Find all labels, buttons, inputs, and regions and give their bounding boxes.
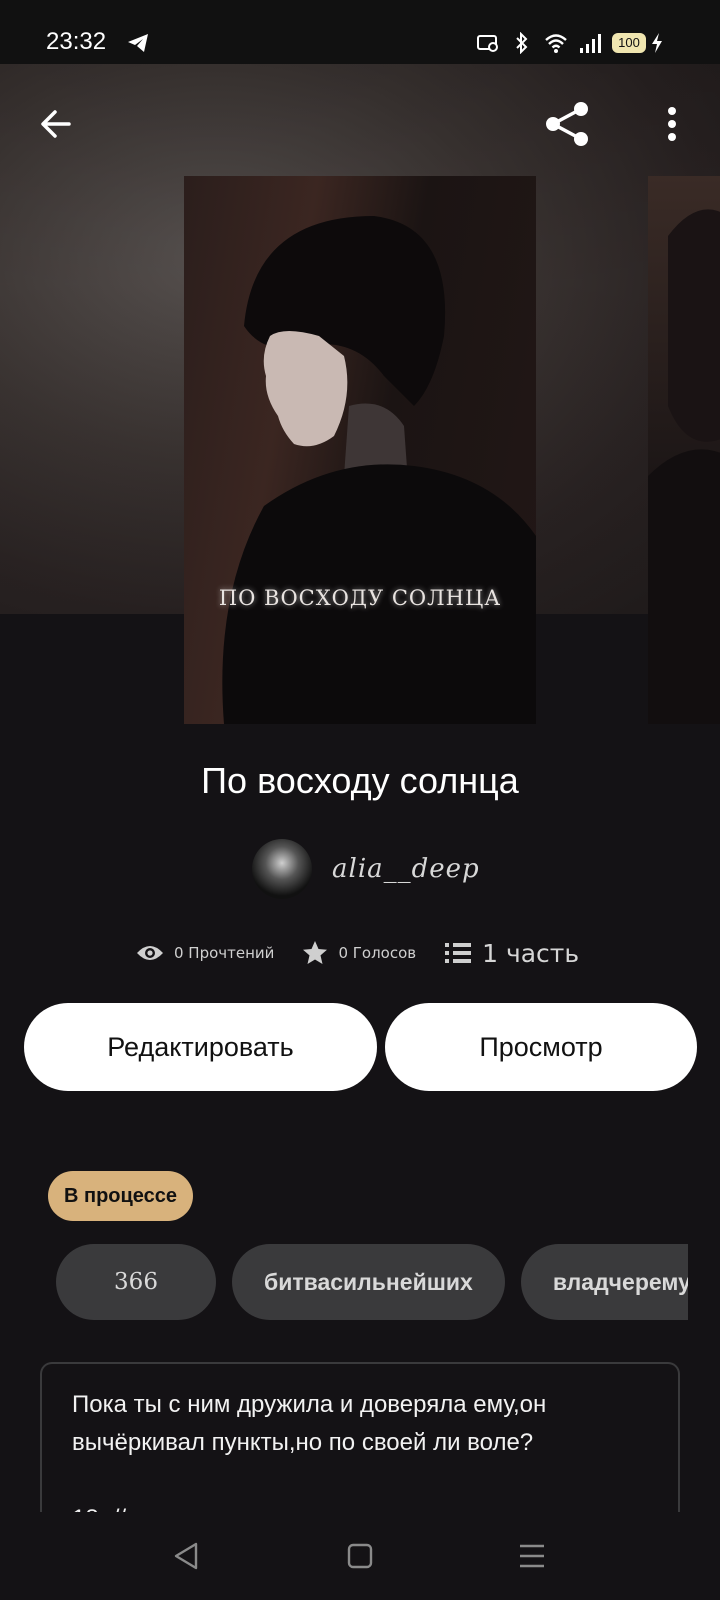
status-time: 23:32 xyxy=(46,28,107,55)
charging-icon xyxy=(652,33,662,53)
status-bar: 23:32 100 xyxy=(0,0,720,64)
author-avatar[interactable] xyxy=(252,839,312,899)
tags-carousel[interactable]: 366 битвасильнейших владчеремушкин xyxy=(56,1244,688,1320)
nav-menu-icon xyxy=(520,1544,544,1568)
more-options-button[interactable] xyxy=(642,94,702,154)
description-box: Пока ты с ним дружила и доверяла ему,он … xyxy=(40,1362,680,1512)
next-cover-illustration xyxy=(648,209,720,724)
battery-indicator: 100 xyxy=(612,32,664,54)
preview-button[interactable]: Просмотр xyxy=(385,1003,697,1091)
status-icons: 100 xyxy=(476,30,664,56)
nav-back-button[interactable] xyxy=(162,1534,210,1578)
reads-stat: 0 Прочтений xyxy=(136,943,274,963)
nav-home-icon xyxy=(347,1543,373,1569)
tag-chip[interactable]: 366 xyxy=(56,1244,216,1320)
back-button[interactable] xyxy=(26,94,86,154)
next-book-cover[interactable] xyxy=(648,176,720,724)
battery-icon: 100 xyxy=(612,33,646,53)
eye-icon xyxy=(137,946,163,960)
author-row[interactable]: alia__deep xyxy=(252,838,480,900)
tag-chip[interactable]: владчеремушкин xyxy=(520,1244,688,1320)
star-icon xyxy=(303,941,328,964)
more-vert-icon xyxy=(668,107,676,141)
telegram-icon xyxy=(128,34,148,52)
parts-count: 1 часть xyxy=(482,938,580,968)
screen-cast-icon xyxy=(477,35,498,52)
description-text: Пока ты с ним дружила и доверяла ему,он … xyxy=(72,1391,547,1512)
tags-track: 366 битвасильнейших владчеремушкин xyxy=(56,1244,688,1320)
list-icon xyxy=(445,943,472,963)
book-title: По восходу солнца xyxy=(201,760,519,801)
nav-recents-button[interactable] xyxy=(508,1534,556,1578)
votes-count: 0 Голосов xyxy=(338,944,417,962)
back-arrow-icon xyxy=(41,110,71,138)
share-button[interactable] xyxy=(538,94,598,154)
wifi-icon xyxy=(545,34,567,53)
status-badge: В процессе xyxy=(48,1171,194,1221)
cover-title-art: ПО ВОСХОДУ СОЛНЦА xyxy=(218,586,502,610)
nav-home-button[interactable] xyxy=(336,1534,384,1578)
share-icon xyxy=(546,102,588,146)
story-stats: 0 Прочтений 0 Голосов 1 часть xyxy=(136,935,607,971)
edit-button[interactable]: Редактировать xyxy=(24,1003,377,1091)
author-name[interactable]: alia__deep xyxy=(332,854,480,884)
book-cover[interactable]: ПО ВОСХОДУ СОЛНЦА xyxy=(184,176,536,724)
votes-stat: 0 Голосов xyxy=(302,940,416,966)
cover-illustration xyxy=(222,216,536,724)
signal-icon xyxy=(580,34,601,53)
parts-stat: 1 часть xyxy=(444,939,579,968)
nav-back-icon xyxy=(174,1542,198,1570)
reads-count: 0 Прочтений xyxy=(174,944,275,962)
bluetooth-icon xyxy=(516,32,528,54)
system-nav-bar xyxy=(0,1512,720,1600)
tag-chip[interactable]: битвасильнейших xyxy=(232,1244,505,1320)
